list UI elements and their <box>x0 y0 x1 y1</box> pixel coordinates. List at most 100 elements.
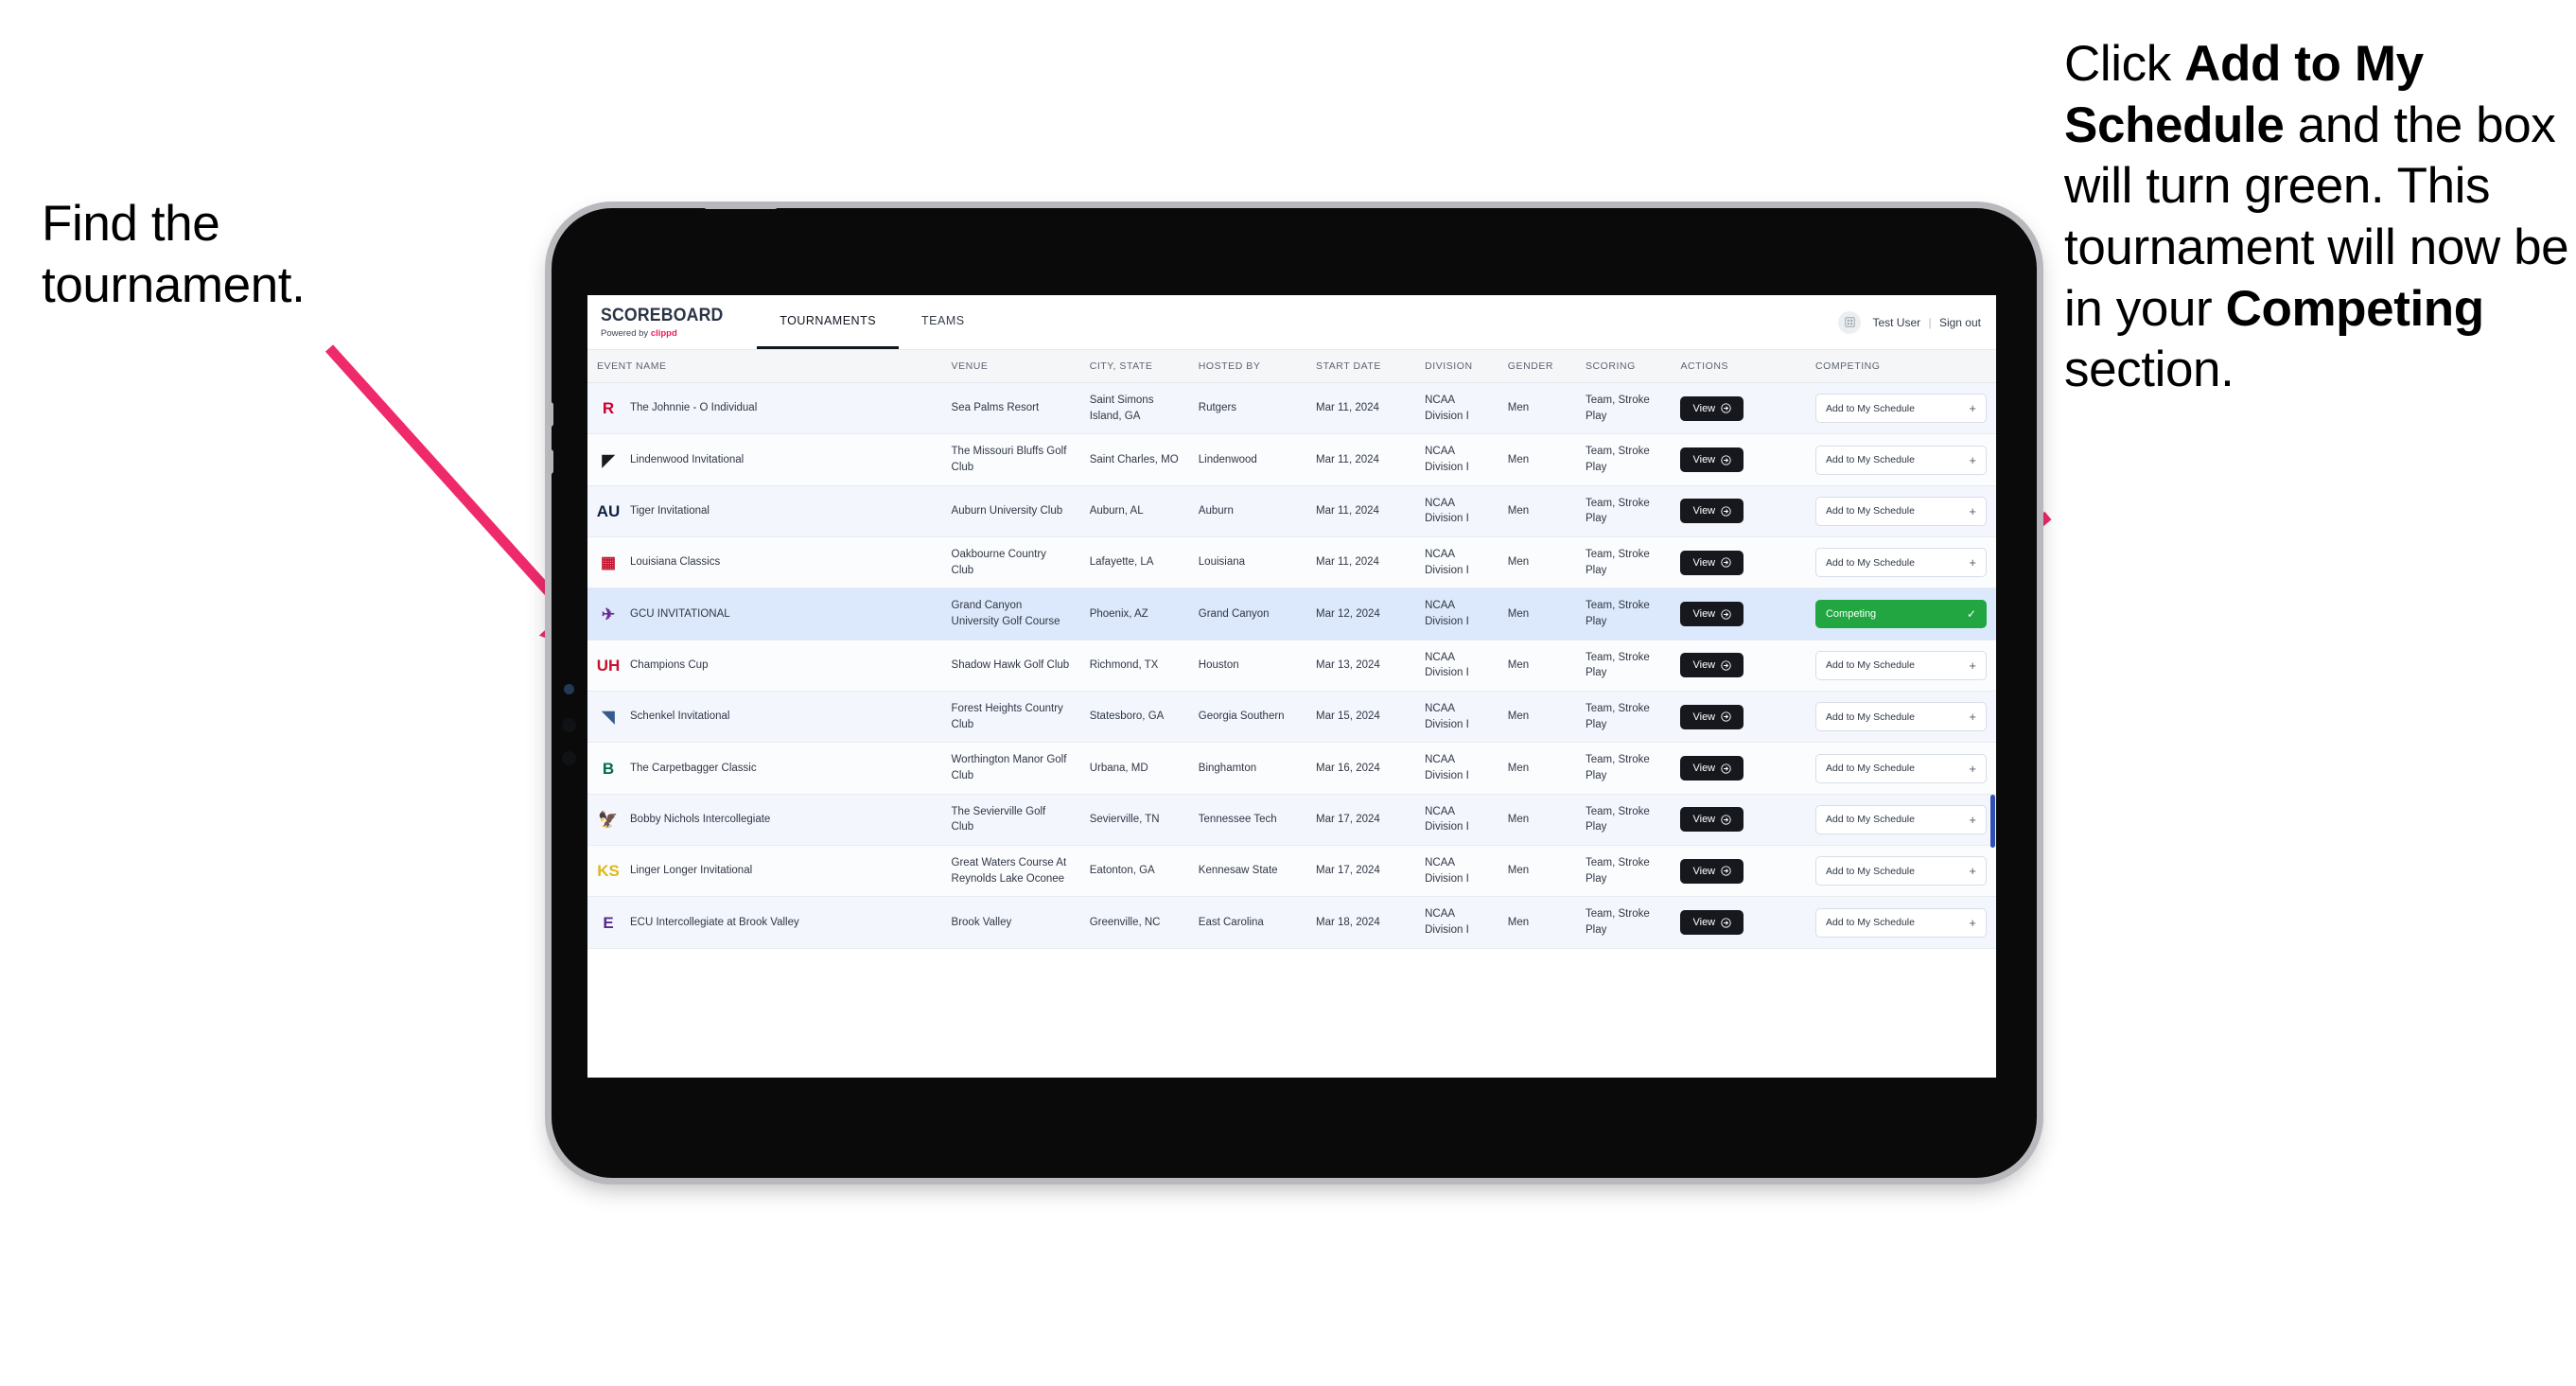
avatar[interactable] <box>1838 310 1862 334</box>
device-camera-icon <box>564 684 574 694</box>
table-row[interactable]: ◥ Schenkel Invitational Forest Heights Cou… <box>587 691 1996 744</box>
cell-gender: Men <box>1498 691 1576 744</box>
event-cell: UH Champions Cup <box>597 654 933 676</box>
add-to-my-schedule-label: Add to My Schedule <box>1825 556 1915 569</box>
sign-out-link[interactable]: Sign out <box>1939 316 1981 329</box>
event-name-label: ECU Intercollegiate at Brook Valley <box>630 916 799 928</box>
cell-actions: View <box>1671 691 1806 744</box>
tournaments-table-scroll[interactable]: EVENT NAME VENUE CITY, STATE HOSTED BY S… <box>587 350 1996 1078</box>
arrow-right-circle-icon <box>1721 557 1731 568</box>
add-to-my-schedule-button[interactable]: Add to My Schedule + <box>1814 804 1987 834</box>
team-logo-icon: KS <box>597 862 620 881</box>
event-cell: ◥ Schenkel Invitational <box>597 706 933 728</box>
user-grid-icon <box>1845 317 1855 327</box>
view-button[interactable]: View <box>1680 499 1744 524</box>
topbar-user-area: Test User | Sign out <box>1838 295 1996 349</box>
col-venue: VENUE <box>941 350 1080 383</box>
add-to-my-schedule-button[interactable]: Add to My Schedule + <box>1814 907 1987 938</box>
add-to-my-schedule-button[interactable]: Add to My Schedule + <box>1814 753 1987 783</box>
table-row[interactable]: E ECU Intercollegiate at Brook Valley Broo… <box>587 896 1996 949</box>
event-name-label: Tiger Invitational <box>630 505 710 518</box>
add-to-my-schedule-button[interactable]: Add to My Schedule + <box>1814 702 1987 732</box>
cell-start-date: Mar 11, 2024 <box>1306 536 1416 589</box>
view-button[interactable]: View <box>1680 653 1744 678</box>
cell-competing: Add to My Schedule + <box>1805 691 1996 744</box>
add-to-my-schedule-button[interactable]: Add to My Schedule + <box>1814 445 1987 475</box>
view-button[interactable]: View <box>1680 550 1744 575</box>
arrow-right-circle-icon <box>1721 506 1731 517</box>
cell-hosted-by: Rutgers <box>1188 382 1307 435</box>
cell-venue: Great Waters Course At Reynolds Lake Oco… <box>941 845 1080 898</box>
annotation-right-text: Click Add to My Schedule and the box wil… <box>2064 36 2569 397</box>
add-to-my-schedule-button[interactable]: Add to My Schedule + <box>1814 496 1987 526</box>
cell-competing: Add to My Schedule + <box>1805 845 1996 898</box>
scrollbar-thumb[interactable] <box>1990 795 1995 848</box>
cell-gender: Men <box>1498 845 1576 898</box>
cell-division: NCAA Division I <box>1415 845 1498 898</box>
view-button[interactable]: View <box>1680 858 1744 884</box>
device-volume-up-button[interactable] <box>547 402 553 427</box>
table-row[interactable]: ▦ Louisiana Classics Oakbourne Country Clu… <box>587 536 1996 589</box>
cell-venue: Forest Heights Country Club <box>941 691 1080 744</box>
view-button-label: View <box>1692 763 1716 775</box>
cell-hosted-by: East Carolina <box>1188 896 1307 949</box>
event-cell: ▦ Louisiana Classics <box>597 552 933 574</box>
view-button[interactable]: View <box>1680 447 1744 473</box>
view-button[interactable]: View <box>1680 807 1744 833</box>
event-name-label: Champions Cup <box>630 659 709 672</box>
event-cell: B The Carpetbagger Classic <box>597 757 933 780</box>
event-cell: ✈ GCU INVITATIONAL <box>597 603 933 625</box>
plus-icon: + <box>1969 812 1976 827</box>
cell-hosted-by: Georgia Southern <box>1188 691 1307 744</box>
view-button[interactable]: View <box>1680 602 1744 627</box>
table-row[interactable]: KS Linger Longer Invitational Great Waters… <box>587 845 1996 898</box>
device-volume-down-button[interactable] <box>547 449 553 474</box>
add-to-my-schedule-button[interactable]: Add to My Schedule + <box>1814 394 1987 424</box>
tab-teams[interactable]: TEAMS <box>899 295 988 349</box>
arrow-right-circle-icon <box>1721 711 1731 722</box>
table-row[interactable]: 🦅 Bobby Nichols Intercollegiate The Sevier… <box>587 794 1996 847</box>
view-button-label: View <box>1692 711 1716 723</box>
table-row[interactable]: AU Tiger Invitational Auburn University Cl… <box>587 485 1996 538</box>
table-row[interactable]: B The Carpetbagger Classic Worthington Man… <box>587 742 1996 795</box>
table-row[interactable]: R The Johnnie - O Individual Sea Palms Res… <box>587 382 1996 435</box>
brand-logo[interactable]: SCOREBOARD Powered by clippd <box>587 295 747 349</box>
arrow-right-circle-icon <box>1721 660 1731 671</box>
cell-gender: Men <box>1498 382 1576 435</box>
table-row[interactable]: ✈ GCU INVITATIONAL Grand Canyon University… <box>587 588 1996 640</box>
cell-actions: View <box>1671 536 1806 589</box>
add-to-my-schedule-button[interactable]: Add to My Schedule + <box>1814 650 1987 680</box>
view-button-label: View <box>1692 556 1716 569</box>
col-gender: GENDER <box>1498 350 1576 383</box>
add-to-my-schedule-button[interactable]: Add to My Schedule + <box>1814 548 1987 578</box>
view-button[interactable]: View <box>1680 704 1744 729</box>
plus-icon: + <box>1969 915 1976 930</box>
arrow-right-circle-icon <box>1721 763 1731 774</box>
add-to-my-schedule-button[interactable]: Add to My Schedule + <box>1814 856 1987 886</box>
event-cell: 🦅 Bobby Nichols Intercollegiate <box>597 808 933 831</box>
cell-competing: Add to My Schedule + <box>1805 536 1996 589</box>
view-button[interactable]: View <box>1680 756 1744 781</box>
cell-start-date: Mar 12, 2024 <box>1306 588 1416 640</box>
device-top-button[interactable] <box>704 202 778 209</box>
view-button[interactable]: View <box>1680 395 1744 421</box>
team-logo-icon: R <box>602 399 615 418</box>
cell-scoring: Team, Stroke Play <box>1576 845 1672 898</box>
table-row[interactable]: ◤ Lindenwood Invitational The Missouri Blu… <box>587 433 1996 486</box>
cell-division: NCAA Division I <box>1415 896 1498 949</box>
cell-gender: Men <box>1498 640 1576 693</box>
brand-subtitle: Powered by clippd <box>601 328 732 339</box>
col-city-state: CITY, STATE <box>1079 350 1189 383</box>
cell-start-date: Mar 11, 2024 <box>1306 382 1416 435</box>
view-button-label: View <box>1692 917 1716 929</box>
arrow-right-circle-icon <box>1721 608 1731 620</box>
cell-competing: Add to My Schedule + <box>1805 896 1996 949</box>
brand-powered-prefix: Powered by <box>601 328 651 339</box>
annotation-right-part-3: Competing <box>2225 280 2485 337</box>
view-button[interactable]: View <box>1680 910 1744 936</box>
cell-city-state: Richmond, TX <box>1079 640 1189 693</box>
tab-tournaments[interactable]: TOURNAMENTS <box>757 295 900 349</box>
table-row[interactable]: UH Champions Cup Shadow Hawk Golf Club Rich… <box>587 640 1996 693</box>
col-start-date: START DATE <box>1306 350 1416 383</box>
competing-button[interactable]: Competing ✓ <box>1814 600 1987 629</box>
